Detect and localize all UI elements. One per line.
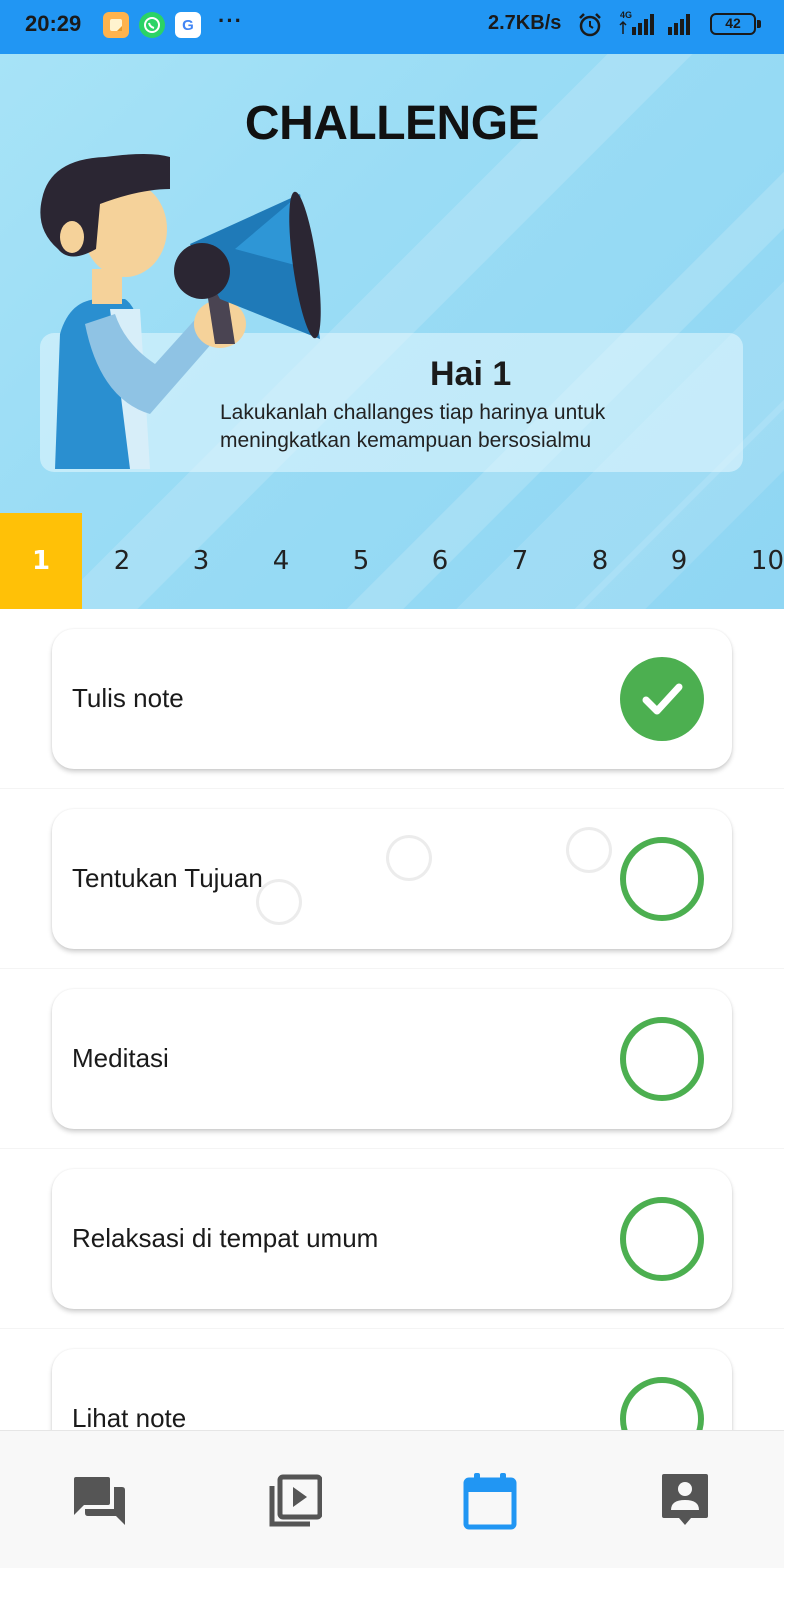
day-tab-2[interactable]: 2	[82, 513, 162, 609]
challenge-card[interactable]: Tulis note	[52, 629, 732, 769]
status-bar: 20:29 G ··· 2.7KB/s 4G 42	[0, 0, 784, 54]
challenge-label: Relaksasi di tempat umum	[72, 1223, 379, 1253]
signal-icon	[666, 13, 700, 40]
day-tab-9[interactable]: 9	[639, 513, 719, 609]
touch-ripple	[256, 879, 302, 925]
challenge-list: Tulis note Tentukan Tujuan Meditasi Rela…	[0, 609, 784, 1430]
challenge-card[interactable]: Tentukan Tujuan	[52, 809, 732, 949]
challenge-header: CHALLENGE Hai 1 Lakukanlah challanges ti…	[0, 54, 784, 609]
unchecked-circle-icon[interactable]	[620, 1377, 704, 1430]
megaphone-man-illustration	[40, 154, 321, 469]
page-title: CHALLENGE	[244, 97, 540, 150]
list-item: Meditasi	[0, 969, 784, 1148]
status-time: 20:29	[25, 11, 82, 36]
list-item: Relaksasi di tempat umum	[0, 1149, 784, 1328]
chat-icon[interactable]	[70, 1471, 130, 1531]
more-notifications-icon: ···	[218, 8, 243, 33]
list-item: Lihat note	[0, 1329, 784, 1430]
video-library-icon[interactable]	[265, 1471, 325, 1531]
challenge-card[interactable]: Meditasi	[52, 989, 732, 1129]
list-item: Tentukan Tujuan	[0, 789, 784, 968]
google-icon: G	[175, 12, 201, 38]
day-tab-10[interactable]: 10	[729, 513, 784, 609]
challenge-label: Lihat note	[72, 1403, 187, 1430]
signal-icon	[618, 13, 660, 40]
calendar-icon[interactable]	[460, 1471, 520, 1531]
challenge-card[interactable]: Relaksasi di tempat umum	[52, 1169, 732, 1309]
battery-icon: 42	[710, 13, 761, 35]
unchecked-circle-icon[interactable]	[620, 1197, 704, 1281]
alarm-icon	[577, 12, 603, 43]
challenge-label: Tentukan Tujuan	[72, 863, 263, 893]
touch-ripple	[386, 835, 432, 881]
touch-ripple	[566, 827, 612, 873]
day-tab-3[interactable]: 3	[161, 513, 241, 609]
greeting-title: Hai 1	[430, 355, 512, 393]
day-tab-4[interactable]: 4	[241, 513, 321, 609]
day-tab-1[interactable]: 1	[0, 513, 82, 609]
challenge-label: Tulis note	[72, 683, 184, 713]
notes-app-icon	[103, 12, 129, 38]
unchecked-circle-icon[interactable]	[620, 837, 704, 921]
challenge-card[interactable]: Lihat note	[52, 1349, 732, 1430]
day-tab-8[interactable]: 8	[560, 513, 640, 609]
day-tabs: 1 2 3 4 5 6 7 8 9 10	[0, 513, 784, 609]
whatsapp-icon	[139, 12, 165, 38]
bottom-navigation	[0, 1430, 784, 1568]
unchecked-circle-icon[interactable]	[620, 1017, 704, 1101]
completed-check-icon[interactable]	[620, 657, 704, 741]
account-icon[interactable]	[655, 1471, 715, 1531]
network-speed: 2.7KB/s	[488, 12, 562, 34]
list-item: Tulis note	[0, 609, 784, 788]
day-tab-6[interactable]: 6	[400, 513, 480, 609]
challenge-label: Meditasi	[72, 1043, 169, 1073]
day-tab-7[interactable]: 7	[480, 513, 560, 609]
day-tab-5[interactable]: 5	[321, 513, 401, 609]
